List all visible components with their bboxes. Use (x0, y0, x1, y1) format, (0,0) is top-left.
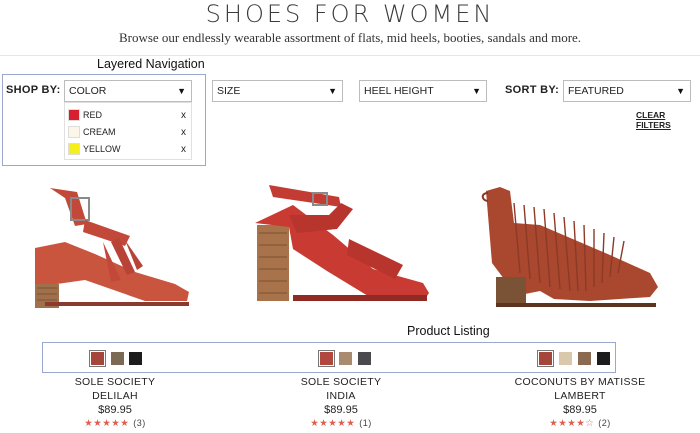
product-name[interactable]: INDIA (266, 390, 416, 402)
product-card-delilah[interactable]: SOLE SOCIETY DELILAH $89.95 ★★★★★ (3) (40, 376, 190, 429)
layered-navigation-highlight (2, 74, 206, 166)
rating-stars: ★★★★☆ (2) (490, 418, 670, 429)
sort-by-label: SORT BY: (505, 84, 560, 96)
sort-select[interactable]: FEATURED ▼ (563, 80, 691, 102)
size-filter-select[interactable]: SIZE ▼ (212, 80, 343, 102)
header-divider (0, 55, 700, 56)
review-count[interactable]: (3) (133, 418, 146, 428)
product-price: $89.95 (98, 404, 132, 416)
rating-stars: ★★★★★ (3) (40, 418, 190, 429)
star-rating-icon: ★★★★★ (310, 418, 356, 429)
product-brand[interactable]: SOLE SOCIETY (40, 376, 190, 388)
product-listing-annotation: Product Listing (407, 324, 490, 338)
product-image-india[interactable] (253, 175, 433, 305)
product-image-lambert[interactable] (480, 183, 665, 313)
dropdown-arrow-icon: ▼ (328, 86, 337, 96)
sort-select-value: FEATURED (568, 85, 624, 97)
dropdown-arrow-icon: ▼ (676, 86, 685, 96)
rating-stars: ★★★★★ (1) (266, 418, 416, 429)
star-rating-icon: ★★★★☆ (549, 418, 595, 429)
dropdown-arrow-icon: ▼ (472, 86, 481, 96)
review-count[interactable]: (2) (598, 418, 611, 428)
review-count[interactable]: (1) (359, 418, 372, 428)
product-card-india[interactable]: SOLE SOCIETY INDIA $89.95 ★★★★★ (1) (266, 376, 416, 429)
product-image-delilah[interactable] (25, 180, 195, 310)
product-name[interactable]: LAMBERT (490, 390, 670, 402)
page-subtitle: Browse our endlessly wearable assortment… (118, 30, 582, 45)
size-filter-value: SIZE (217, 85, 241, 97)
product-card-lambert[interactable]: COCONUTS BY MATISSE LAMBERT $89.95 ★★★★☆… (490, 376, 670, 429)
product-price: $89.95 (324, 404, 358, 416)
product-brand[interactable]: COCONUTS BY MATISSE (490, 376, 670, 388)
layered-navigation-annotation: Layered Navigation (97, 57, 205, 71)
product-price: $89.95 (563, 404, 597, 416)
star-rating-icon: ★★★★★ (84, 418, 130, 429)
product-name[interactable]: DELILAH (40, 390, 190, 402)
heel-height-filter-select[interactable]: HEEL HEIGHT ▼ (359, 80, 487, 102)
heel-height-filter-value: HEEL HEIGHT (364, 85, 434, 97)
page-title: SHOES FOR WOMEN (205, 0, 495, 28)
clear-filters-link[interactable]: CLEAR FILTERS (636, 110, 700, 130)
product-brand[interactable]: SOLE SOCIETY (266, 376, 416, 388)
product-listing-highlight (42, 342, 616, 373)
